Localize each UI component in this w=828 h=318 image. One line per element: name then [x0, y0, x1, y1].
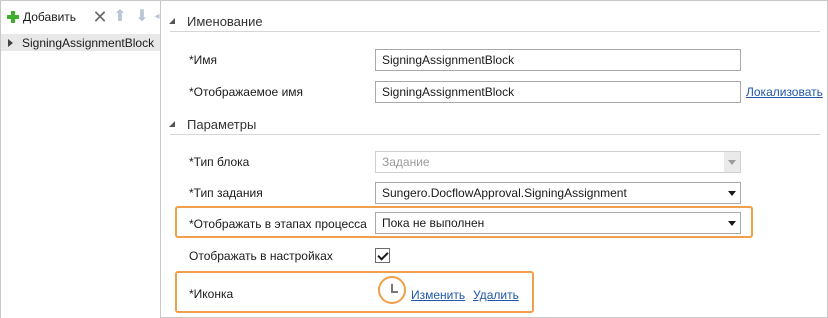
editor-window: Добавить ✕ ⬆ ⬇ ◂ SigningAssignmentBlock …	[0, 0, 828, 318]
plus-icon	[7, 11, 19, 23]
more-icon[interactable]: ◂	[153, 9, 161, 25]
task-type-select[interactable]: Sungero.DocflowApproval.SigningAssignmen…	[375, 182, 741, 204]
display-name-field[interactable]: SigningAssignmentBlock	[375, 81, 741, 103]
collapse-triangle-icon[interactable]	[169, 18, 175, 24]
arrow-down-icon[interactable]: ⬇	[135, 9, 149, 25]
section-params-header[interactable]: Параметры	[162, 115, 256, 133]
add-button-label: Добавить	[23, 10, 77, 24]
arrow-up-icon[interactable]: ⬆	[113, 9, 127, 25]
show-in-stages-select[interactable]: Пока не выполнен	[375, 212, 741, 234]
section-params-title: Параметры	[187, 116, 257, 132]
block-type-value: Задание	[382, 155, 430, 169]
chevron-down-icon[interactable]	[728, 191, 736, 196]
block-type-label: *Тип блока	[189, 155, 250, 169]
add-button[interactable]: Добавить	[7, 10, 76, 24]
clock-icon	[378, 276, 406, 304]
left-panel: Добавить ✕ ⬆ ⬇ ◂ SigningAssignmentBlock	[1, 1, 161, 318]
localize-link[interactable]: Локализовать	[746, 85, 823, 99]
section-naming-title: Именование	[187, 13, 263, 29]
show-in-stages-value: Пока не выполнен	[382, 216, 485, 230]
chevron-down-icon[interactable]	[728, 221, 736, 226]
icon-label: *Иконка	[189, 287, 234, 301]
change-icon-link[interactable]: Изменить	[411, 288, 465, 302]
properties-panel: Именование *Имя SigningAssignmentBlock *…	[162, 1, 828, 318]
collapse-triangle-icon[interactable]	[169, 121, 175, 127]
section-naming-header[interactable]: Именование	[162, 12, 263, 30]
section-divider	[170, 31, 820, 32]
show-in-settings-label: Отображать в настройках	[189, 249, 333, 263]
task-type-value: Sungero.DocflowApproval.SigningAssignmen…	[382, 186, 627, 200]
name-field[interactable]: SigningAssignmentBlock	[375, 49, 741, 71]
section-divider	[170, 134, 820, 135]
task-type-label: *Тип задания	[189, 186, 263, 200]
block-type-select: Задание	[375, 151, 741, 173]
show-in-stages-label: *Отображать в этапах процесса	[189, 217, 367, 231]
expand-arrow-icon[interactable]	[8, 38, 13, 47]
name-label: *Имя	[189, 53, 218, 67]
chevron-down-icon	[728, 160, 736, 165]
show-in-settings-checkbox[interactable]	[375, 248, 390, 263]
display-name-label: *Отображаемое имя	[189, 85, 304, 99]
close-icon[interactable]: ✕	[92, 8, 107, 26]
tree-item-signing-assignment-block[interactable]: SigningAssignmentBlock	[1, 34, 160, 51]
delete-icon-link[interactable]: Удалить	[473, 288, 519, 302]
toolbar: Добавить ✕ ⬆ ⬇ ◂	[1, 1, 161, 33]
tree-item-label: SigningAssignmentBlock	[22, 35, 155, 50]
